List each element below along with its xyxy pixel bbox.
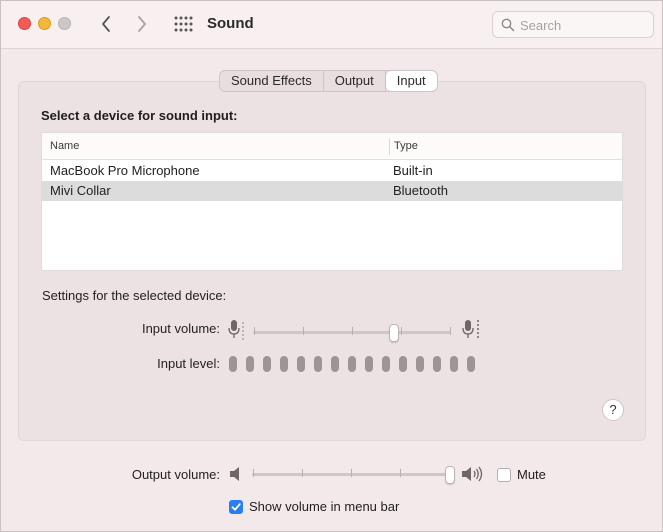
microphone-high-icon <box>462 320 479 338</box>
tab-sound-effects[interactable]: Sound Effects <box>220 71 324 91</box>
device-name: Mivi Collar <box>50 183 111 198</box>
output-volume-label: Output volume: <box>131 467 220 482</box>
device-type: Bluetooth <box>393 183 448 198</box>
slider-tick <box>450 327 451 335</box>
level-segment <box>229 356 237 372</box>
show-volume-in-menu-bar-label[interactable]: Show volume in menu bar <box>249 499 399 514</box>
input-volume-label: Input volume: <box>141 321 220 336</box>
window-title: Sound <box>207 15 254 32</box>
slider-tick <box>302 469 303 477</box>
input-level-meter <box>229 356 479 372</box>
column-divider[interactable] <box>389 138 390 155</box>
grid-icon <box>174 16 193 32</box>
back-button[interactable] <box>96 13 116 35</box>
column-header-name[interactable]: Name <box>50 140 79 152</box>
search-placeholder: Search <box>520 18 562 33</box>
close-window-button[interactable] <box>18 17 31 30</box>
show-volume-in-menu-bar-checkbox[interactable] <box>229 500 243 514</box>
microphone-low-icon <box>228 320 244 340</box>
input-level-label: Input level: <box>157 356 220 371</box>
zoom-window-button[interactable] <box>58 17 71 30</box>
slider-tick <box>253 469 254 477</box>
tab-bar: Sound Effects Output Input <box>219 70 438 92</box>
table-header: Name Type <box>42 133 622 160</box>
table-row-selected[interactable]: Mivi Collar Bluetooth <box>42 181 622 201</box>
device-name: MacBook Pro Microphone <box>50 163 200 178</box>
slider-tick <box>352 327 353 335</box>
slider-tick <box>303 327 304 335</box>
level-segment <box>467 356 475 372</box>
level-segment <box>314 356 322 372</box>
search-field[interactable]: Search <box>492 11 654 38</box>
level-segment <box>297 356 305 372</box>
select-device-label: Select a device for sound input: <box>41 108 238 123</box>
speaker-high-icon <box>462 466 483 482</box>
tab-output[interactable]: Output <box>324 71 386 91</box>
level-segment <box>365 356 373 372</box>
settings-label: Settings for the selected device: <box>42 288 227 303</box>
sound-preferences-window: Sound Search Sound Effects Output Input … <box>0 0 663 532</box>
slider-tick <box>351 469 352 477</box>
mute-label[interactable]: Mute <box>517 467 546 482</box>
level-segment <box>263 356 271 372</box>
level-segment <box>348 356 356 372</box>
input-device-table: Name Type MacBook Pro Microphone Built-i… <box>41 132 623 271</box>
minimize-window-button[interactable] <box>38 17 51 30</box>
table-row[interactable]: MacBook Pro Microphone Built-in <box>42 161 622 181</box>
slider-tick <box>401 327 402 335</box>
level-segment <box>399 356 407 372</box>
level-segment <box>382 356 390 372</box>
device-type: Built-in <box>393 163 433 178</box>
show-all-preferences-button[interactable] <box>173 15 193 33</box>
level-segment <box>331 356 339 372</box>
toolbar: Sound Search <box>1 1 662 49</box>
tab-input[interactable]: Input <box>385 71 437 91</box>
output-volume-knob[interactable] <box>445 466 455 484</box>
level-segment <box>246 356 254 372</box>
column-header-type[interactable]: Type <box>394 140 418 152</box>
level-segment <box>433 356 441 372</box>
level-segment <box>450 356 458 372</box>
slider-tick <box>254 327 255 335</box>
forward-button[interactable] <box>132 13 152 35</box>
search-icon <box>501 18 515 32</box>
level-segment <box>416 356 424 372</box>
speaker-low-icon <box>230 467 239 481</box>
level-segment <box>280 356 288 372</box>
mute-checkbox[interactable] <box>497 468 511 482</box>
checkmark-icon <box>231 503 241 511</box>
help-button[interactable]: ? <box>602 399 624 421</box>
chevron-left-icon <box>102 16 110 32</box>
slider-tick <box>400 469 401 477</box>
chevron-right-icon <box>138 16 146 32</box>
input-volume-knob[interactable] <box>388 324 399 342</box>
